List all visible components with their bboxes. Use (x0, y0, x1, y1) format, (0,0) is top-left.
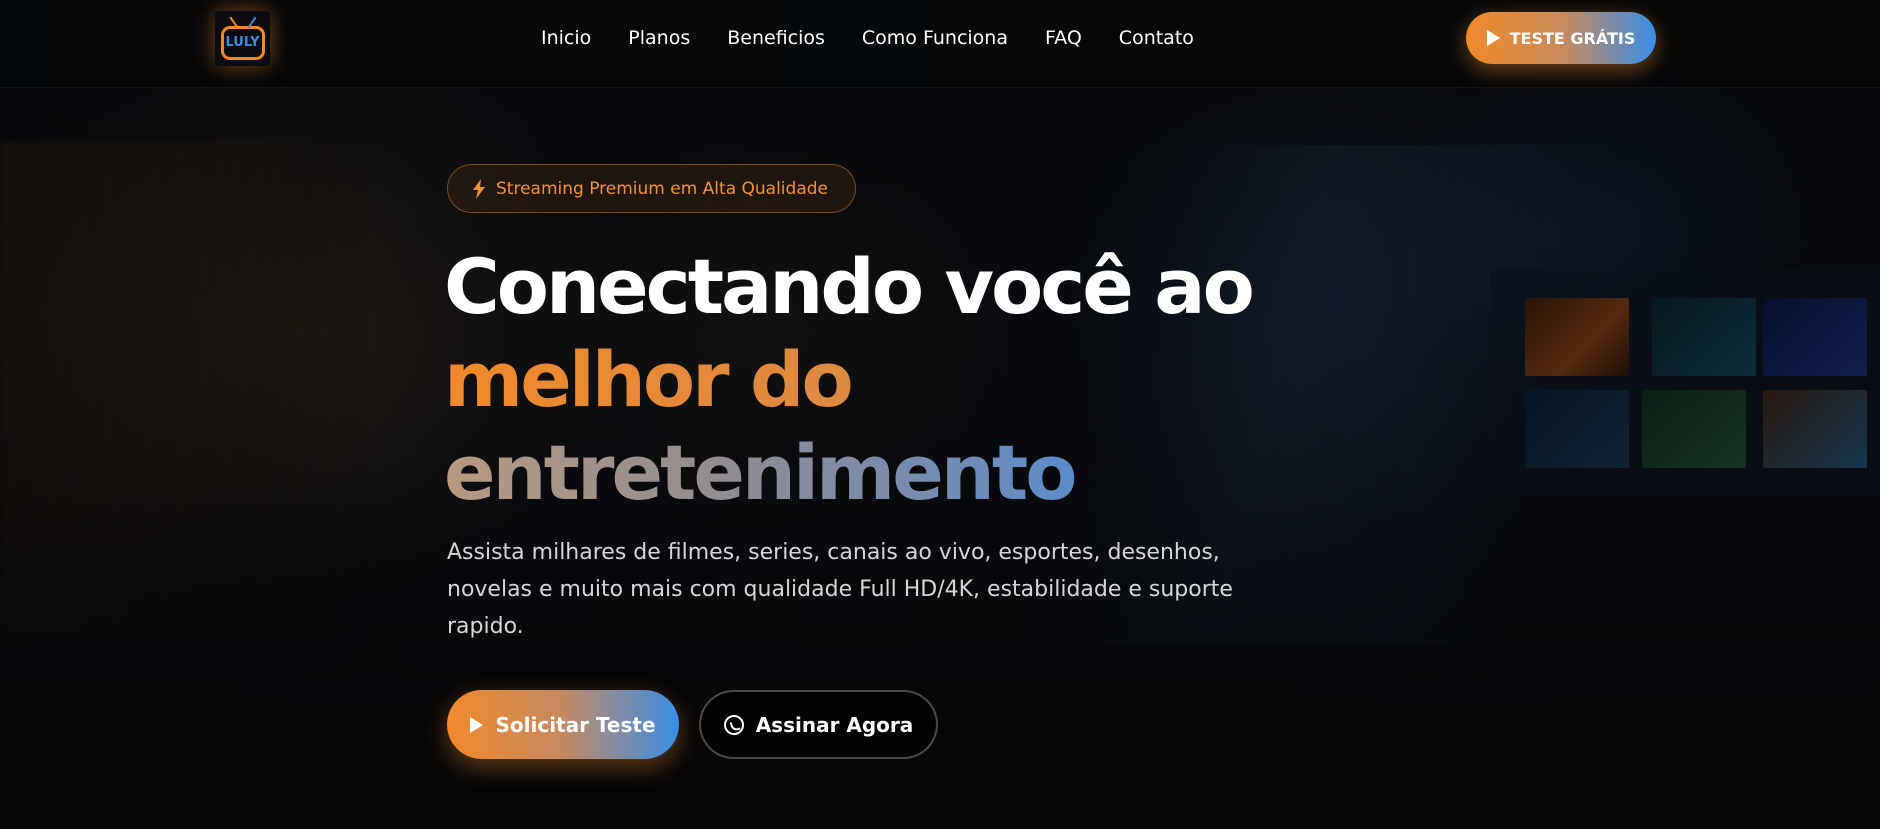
hero-title-line3: entretenimento (444, 426, 1404, 519)
request-trial-button[interactable]: Solicitar Teste (447, 690, 679, 759)
hero-title: Conectando você ao melhor do entretenime… (444, 240, 1404, 519)
hero-description: Assista milhares de filmes, series, cana… (447, 540, 1233, 639)
nav-item-beneficios[interactable]: Beneficios (727, 27, 825, 49)
nav-item-planos[interactable]: Planos (628, 27, 690, 49)
bolt-icon (472, 178, 486, 199)
hero-title-line2: melhor do (444, 333, 1404, 426)
request-trial-label: Solicitar Teste (495, 712, 656, 737)
free-trial-label: TESTE GRÁTIS (1509, 28, 1636, 48)
nav-item-como-funciona[interactable]: Como Funciona (862, 27, 1008, 49)
whatsapp-icon (723, 714, 744, 735)
play-icon (470, 716, 484, 733)
hero-badge: Streaming Premium em Alta Qualidade (447, 164, 856, 213)
hero-badge-label: Streaming Premium em Alta Qualidade (496, 178, 828, 199)
subscribe-label: Assinar Agora (755, 712, 914, 737)
nav-item-faq[interactable]: FAQ (1045, 27, 1082, 49)
play-icon (1486, 30, 1500, 46)
nav-item-inicio[interactable]: Inicio (541, 27, 591, 49)
hero-title-line1: Conectando você ao (444, 242, 1255, 331)
tv-icon: LULY (220, 25, 265, 60)
free-trial-button[interactable]: TESTE GRÁTIS (1466, 12, 1656, 64)
subscribe-button[interactable]: Assinar Agora (699, 690, 938, 759)
brand-logo[interactable]: LULY (215, 11, 270, 66)
logo-text: LULY (225, 35, 260, 50)
site-header: LULY Inicio Planos Beneficios Como Funci… (0, 0, 1880, 88)
nav-item-contato[interactable]: Contato (1119, 27, 1194, 49)
main-nav: Inicio Planos Beneficios Como Funciona F… (541, 27, 1194, 49)
